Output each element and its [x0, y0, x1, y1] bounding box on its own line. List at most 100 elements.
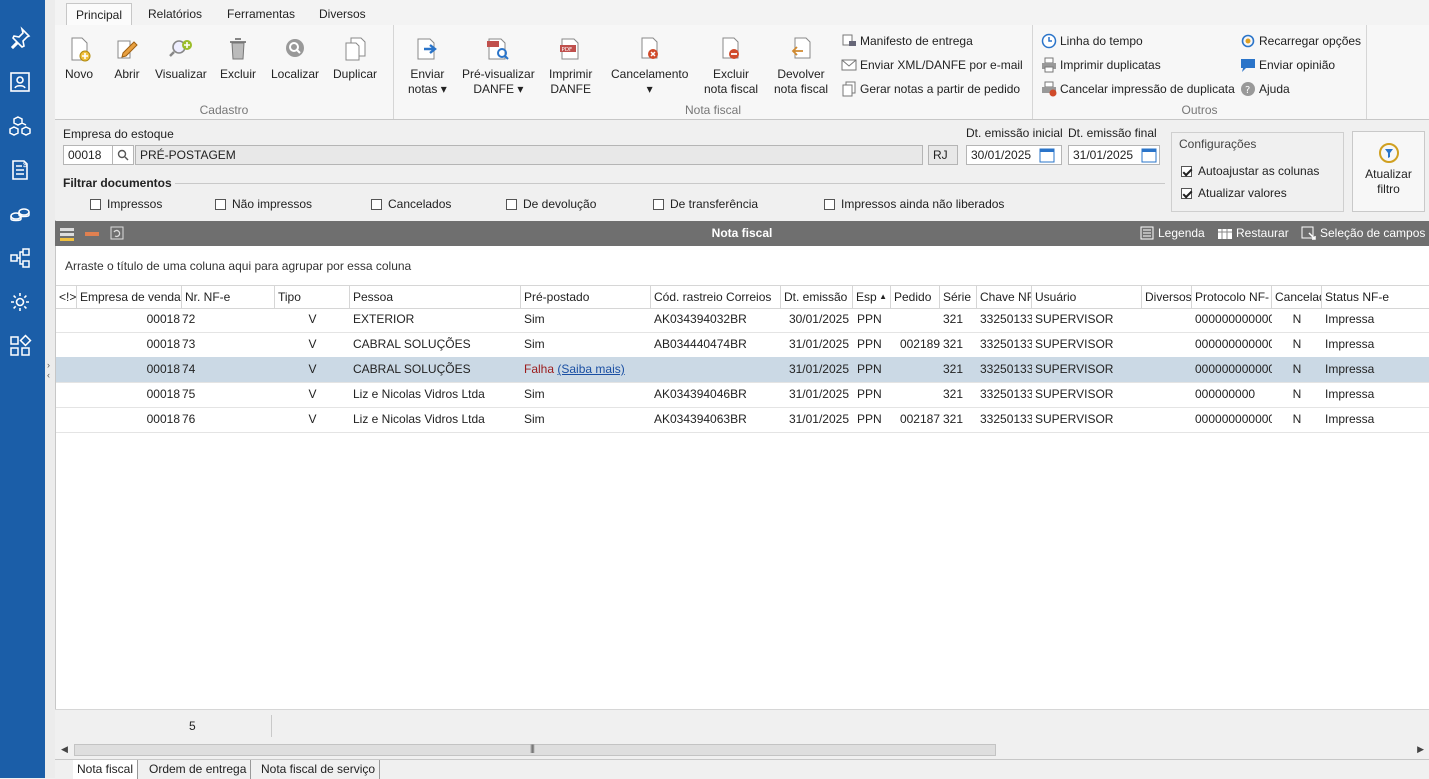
open-button[interactable]: Abrir: [113, 35, 141, 82]
table-row[interactable]: 00018 75 V Liz e Nicolas Vidros Ltda Sim AK03…: [56, 382, 1429, 408]
delete-button[interactable]: Excluir: [220, 35, 256, 82]
preview-danfe-button[interactable]: Pré-visualizar DANFE ▾: [462, 35, 535, 97]
col-protocolo[interactable]: Protocolo NF-: [1192, 286, 1272, 308]
chk-de-devolucao[interactable]: De devolução: [506, 197, 596, 211]
col-cancelada[interactable]: Cancelad: [1272, 286, 1322, 308]
table-row[interactable]: 00018 76 V Liz e Nicolas Vidros Ltda Sim AK03…: [56, 407, 1429, 433]
col-serie[interactable]: Série: [940, 286, 977, 308]
send-notes-button[interactable]: Enviar notas ▾: [408, 35, 447, 97]
cell-rastreio: AB034440474BR: [654, 337, 747, 351]
col-alert[interactable]: <!>: [56, 286, 77, 308]
boxes-icon[interactable]: [6, 112, 34, 140]
refresh-filter-button[interactable]: Atualizar filtro: [1352, 131, 1425, 212]
group-panel-icon[interactable]: [60, 227, 74, 241]
scroll-right-icon[interactable]: ▶: [1417, 744, 1424, 755]
manifest-button[interactable]: Manifesto de entrega: [841, 31, 973, 51]
col-empresa[interactable]: Empresa de venda: [77, 286, 182, 308]
chk-de-transferencia[interactable]: De transferência: [653, 197, 758, 211]
tab-nota-fiscal[interactable]: Nota fiscal: [73, 760, 139, 779]
chk-impressos[interactable]: Impressos: [90, 197, 162, 211]
apps-icon[interactable]: [6, 332, 34, 360]
cell-esp: PPN: [857, 362, 882, 376]
printer-cancel-icon: [1042, 81, 1057, 97]
view-button[interactable]: Visualizar: [155, 35, 207, 82]
new-button[interactable]: Novo: [65, 35, 93, 82]
generate-from-order-button[interactable]: Gerar notas a partir de pedido: [841, 79, 1020, 99]
col-dt-emissao[interactable]: Dt. emissão: [781, 286, 853, 308]
horizontal-scrollbar[interactable]: ◀ ||| ▶: [55, 741, 1429, 759]
scroll-thumb[interactable]: |||: [74, 743, 996, 756]
print-danfe-button[interactable]: PDF Imprimir DANFE: [549, 35, 592, 97]
tab-ferramentas[interactable]: Ferramentas: [218, 3, 304, 25]
tab-nota-fiscal-servico[interactable]: Nota fiscal de serviço: [257, 760, 381, 779]
field-selection-button[interactable]: Seleção de campos: [1301, 223, 1425, 243]
cell-dt: 31/01/2025: [788, 337, 849, 351]
calendar-icon[interactable]: [1039, 147, 1057, 163]
undo-icon[interactable]: [110, 226, 124, 240]
refresh-filter-icon: [1378, 143, 1399, 163]
tab-principal[interactable]: Principal: [66, 3, 133, 26]
settings-icon[interactable]: [6, 288, 34, 316]
col-rastreio[interactable]: Cód. rastreio Correios: [651, 286, 781, 308]
cell-usuario: SUPERVISOR: [1035, 337, 1114, 351]
find-button[interactable]: Localizar: [271, 35, 319, 82]
tab-diversos[interactable]: Diversos: [310, 3, 375, 25]
invoice-icon[interactable]: $: [6, 156, 34, 184]
empresa-code-input[interactable]: 00018: [63, 145, 113, 165]
cancel-nfe-button[interactable]: Cancelamento ▾: [611, 35, 688, 97]
cell-tipo: V: [308, 387, 317, 401]
cancel-duplicate-print-button[interactable]: Cancelar impressão de duplicata: [1041, 79, 1235, 99]
cell-dt: 31/01/2025: [788, 412, 849, 426]
cell-cancel: N: [1292, 337, 1302, 351]
calendar-icon[interactable]: [1141, 147, 1159, 163]
duplicate-button[interactable]: Duplicar: [333, 35, 377, 82]
email-xml-button[interactable]: Enviar XML/DANFE por e-mail: [841, 55, 1023, 75]
tab-relatorios[interactable]: Relatórios: [139, 3, 211, 25]
restore-button[interactable]: Restaurar: [1217, 223, 1289, 243]
chk-atualizar-valores[interactable]: Atualizar valores: [1181, 186, 1287, 200]
cell-serie: 321: [943, 362, 964, 376]
help-button[interactable]: ? Ajuda: [1240, 79, 1290, 99]
collapse-arrows-icon[interactable]: › ‹: [47, 360, 50, 380]
pre-postado-fail: Falha: [524, 362, 555, 376]
print-duplicates-button[interactable]: Imprimir duplicatas: [1041, 55, 1161, 75]
contacts-icon[interactable]: [6, 68, 34, 96]
return-nfe-button[interactable]: Devolver nota fiscal: [774, 35, 828, 97]
pin-icon[interactable]: [6, 24, 34, 52]
chk-cancelados[interactable]: Cancelados: [371, 197, 451, 211]
reload-options-button[interactable]: Recarregar opções: [1240, 31, 1361, 51]
cell-status: Impressa: [1325, 412, 1375, 426]
chk-nao-impressos[interactable]: Não impressos: [215, 197, 312, 211]
collapse-icon[interactable]: [85, 227, 99, 241]
col-chave[interactable]: Chave NF: [977, 286, 1032, 308]
scroll-left-icon[interactable]: ◀: [61, 744, 68, 755]
table-row[interactable]: 00018 72 V EXTERIOR Sim AK034394032BR 30/01/20…: [56, 307, 1429, 333]
chk-autoajustar[interactable]: Autoajustar as colunas: [1181, 164, 1319, 178]
col-pedido[interactable]: Pedido: [891, 286, 940, 308]
col-diversos[interactable]: Diversos: [1142, 286, 1192, 308]
col-tipo[interactable]: Tipo: [275, 286, 350, 308]
send-feedback-button[interactable]: Enviar opinião: [1240, 55, 1335, 75]
network-icon[interactable]: [6, 244, 34, 272]
cell-tipo: V: [308, 312, 317, 326]
cell-chave: 33250133632: [980, 337, 1032, 351]
col-pre-postado[interactable]: Pré-postado: [521, 286, 651, 308]
saiba-mais-link[interactable]: (Saiba mais): [557, 362, 624, 376]
col-esp[interactable]: Esp ▲: [853, 286, 891, 308]
coins-icon[interactable]: [6, 200, 34, 228]
tab-ordem-entrega[interactable]: Ordem de entrega: [145, 760, 252, 779]
col-nr-nfe[interactable]: Nr. NF-e: [182, 286, 275, 308]
col-pessoa[interactable]: Pessoa: [350, 286, 521, 308]
col-status[interactable]: Status NF-e: [1322, 286, 1429, 308]
timeline-button[interactable]: Linha do tempo: [1041, 31, 1143, 51]
delete-nfe-button[interactable]: Excluir nota fiscal: [704, 35, 758, 97]
empresa-search-button[interactable]: [112, 145, 134, 165]
chk-nao-liberados[interactable]: Impressos ainda não liberados: [824, 197, 1004, 211]
cell-protocolo: 0000000000000: [1195, 362, 1272, 376]
legend-button[interactable]: Legenda: [1139, 223, 1205, 243]
cell-diversos: [1142, 407, 1192, 432]
table-row[interactable]: 00018 73 V CABRAL SOLUÇÕES Sim AB034440474BR 3…: [56, 332, 1429, 358]
table-row[interactable]: 00018 74 V CABRAL SOLUÇÕES Falha (Saiba mais…: [56, 357, 1429, 383]
filtrar-label: Filtrar documentos: [63, 176, 172, 190]
col-usuario[interactable]: Usuário: [1032, 286, 1142, 308]
